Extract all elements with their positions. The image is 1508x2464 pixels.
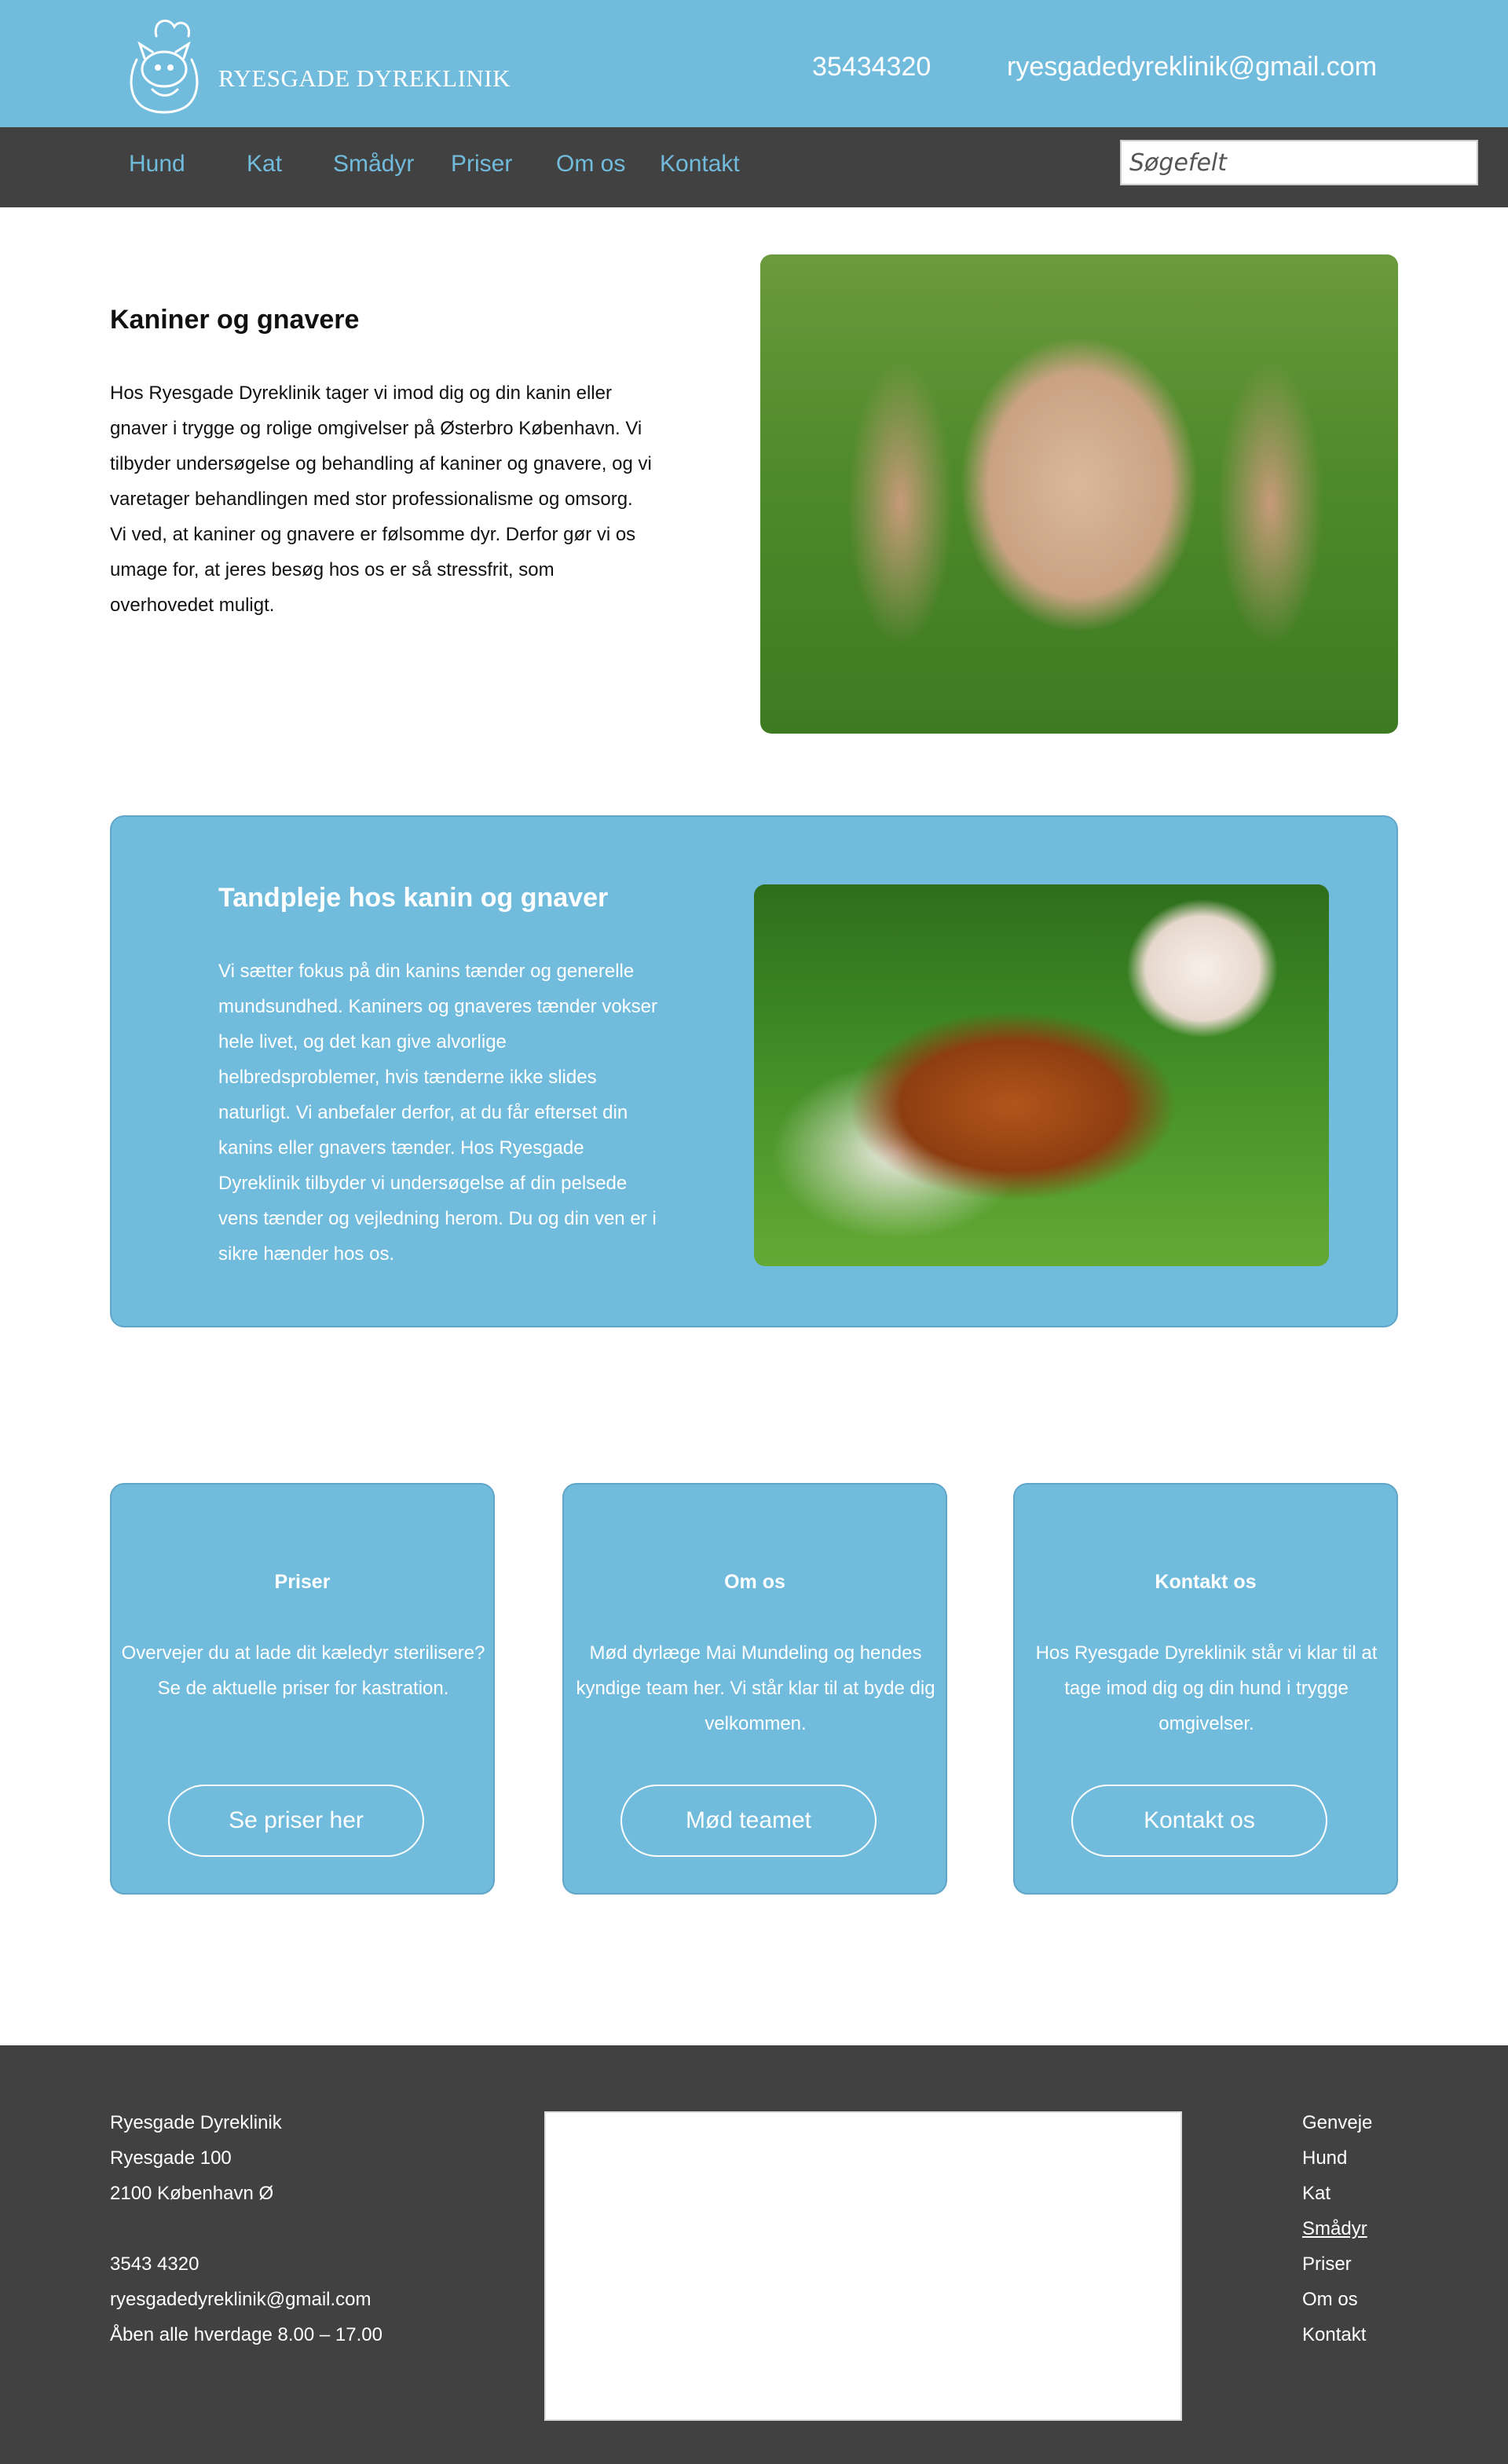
footer-link-priser[interactable]: Priser: [1302, 2246, 1372, 2282]
footer-links-title: Genveje: [1302, 2112, 1373, 2133]
contact-us-button[interactable]: Kontakt os: [1071, 1785, 1327, 1857]
see-prices-button[interactable]: Se priser her: [168, 1785, 424, 1857]
card-title: Priser: [274, 1571, 331, 1593]
footer-link-om-os[interactable]: Om os: [1302, 2282, 1372, 2317]
nav-item-om-os[interactable]: Om os: [556, 151, 625, 178]
nav-item-hund[interactable]: Hund: [129, 151, 185, 178]
card-title: Om os: [724, 1571, 785, 1593]
footer-email[interactable]: ryesgadedyreklinik@gmail.com: [110, 2282, 382, 2317]
rabbit-photo: [760, 254, 1398, 734]
footer-link-kontakt[interactable]: Kontakt: [1302, 2317, 1372, 2352]
footer-phone[interactable]: 3543 4320: [110, 2246, 382, 2282]
meet-team-button[interactable]: Mød teamet: [620, 1785, 877, 1857]
section-text-tandpleje: Vi sætter fokus på din kanins tænder og …: [218, 961, 658, 1265]
footer-contact-info: Ryesgade Dyreklinik Ryesgade 100 2100 Kø…: [110, 2105, 382, 2352]
card-priser: Priser Overvejer du at lade dit kæledyr …: [110, 1483, 495, 1895]
card-text: Mød dyrlæge Mai Mundeling og hendes kynd…: [576, 1642, 935, 1734]
card-text: Overvejer du at lade dit kæledyr sterili…: [121, 1642, 485, 1699]
site-header: RYESGADE DYREKLINIK 35434320 ryesgadedyr…: [0, 0, 1508, 127]
card-title: Kontakt os: [1155, 1571, 1257, 1593]
map-embed[interactable]: [544, 2111, 1182, 2421]
footer-address-line: Ryesgade Dyreklinik: [110, 2112, 282, 2133]
section-title-kaniner: Kaniner og gnavere: [110, 305, 360, 335]
nav-item-kat[interactable]: Kat: [247, 151, 282, 178]
footer-address-line: 2100 København Ø: [110, 2183, 274, 2204]
footer-shortcuts: Genveje Hund Kat Smådyr Priser Om os Kon…: [1302, 2105, 1372, 2352]
logo-text: RYESGADE DYREKLINIK: [218, 64, 511, 92]
clinic-logo-icon[interactable]: [121, 13, 207, 119]
card-om-os: Om os Mød dyrlæge Mai Mundeling og hende…: [562, 1483, 947, 1895]
footer-address-line: Ryesgade 100: [110, 2147, 232, 2169]
footer-link-hund[interactable]: Hund: [1302, 2140, 1372, 2176]
card-kontakt: Kontakt os Hos Ryesgade Dyreklinik står …: [1013, 1483, 1398, 1895]
footer-spacer: [110, 2211, 382, 2246]
footer-link-kat[interactable]: Kat: [1302, 2176, 1372, 2211]
footer-link-smaadyr[interactable]: Smådyr: [1302, 2211, 1372, 2246]
header-email[interactable]: ryesgadedyreklinik@gmail.com: [1007, 52, 1377, 82]
search-input[interactable]: [1120, 140, 1478, 185]
card-text: Hos Ryesgade Dyreklinik står vi klar til…: [1035, 1642, 1378, 1734]
section-title-tandpleje: Tandpleje hos kanin og gnaver: [218, 883, 609, 913]
nav-item-smaadyr[interactable]: Smådyr: [333, 151, 414, 178]
header-phone[interactable]: 35434320: [812, 52, 931, 82]
footer-hours: Åben alle hverdage 8.00 – 17.00: [110, 2324, 382, 2345]
nav-item-priser[interactable]: Priser: [451, 151, 512, 178]
nav-item-kontakt[interactable]: Kontakt: [660, 151, 740, 178]
section-text-kaniner: Hos Ryesgade Dyreklinik tager vi imod di…: [110, 383, 652, 616]
guinea-pig-photo: [754, 884, 1329, 1266]
